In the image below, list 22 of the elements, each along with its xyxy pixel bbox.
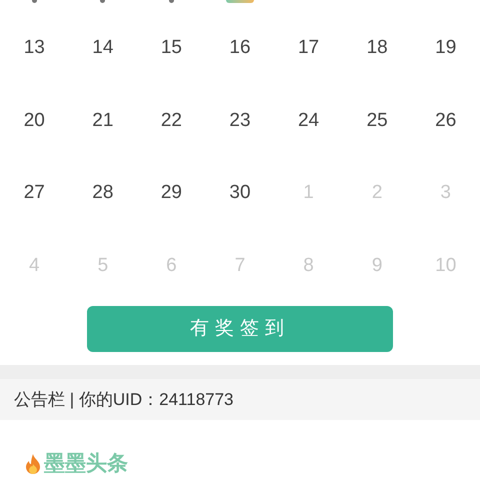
calendar-day[interactable]: 24 (298, 106, 320, 135)
calendar-day[interactable]: 26 (435, 106, 456, 135)
calendar-day[interactable]: 13 (24, 34, 45, 62)
news-title: 墨墨头条 (44, 451, 128, 477)
calendar-day[interactable]: 14 (92, 34, 114, 62)
calendar-day[interactable]: 18 (366, 34, 388, 62)
calendar-day[interactable]: 16 (229, 34, 251, 62)
calendar-day[interactable]: 29 (160, 179, 182, 208)
calendar-day[interactable]: 28 (92, 179, 114, 208)
calendar-day[interactable]: 15 (160, 34, 182, 62)
calendar-day[interactable]: 22 (160, 106, 182, 135)
calendar-day[interactable]: 30 (229, 179, 251, 208)
notice-bar-text: 公告栏 | 你的UID：24118773 (14, 388, 234, 411)
calendar-day[interactable]: 23 (229, 106, 251, 135)
calendar-day[interactable]: 21 (92, 106, 114, 135)
calendar-day[interactable]: 19 (435, 34, 456, 62)
badge-icon (226, 0, 254, 3)
calendar-day[interactable]: 20 (24, 106, 45, 135)
calendar-day[interactable]: 25 (366, 106, 388, 135)
calendar-day[interactable]: 27 (24, 179, 45, 208)
flame-icon (24, 452, 42, 475)
calendar-day[interactable]: 17 (298, 34, 320, 62)
